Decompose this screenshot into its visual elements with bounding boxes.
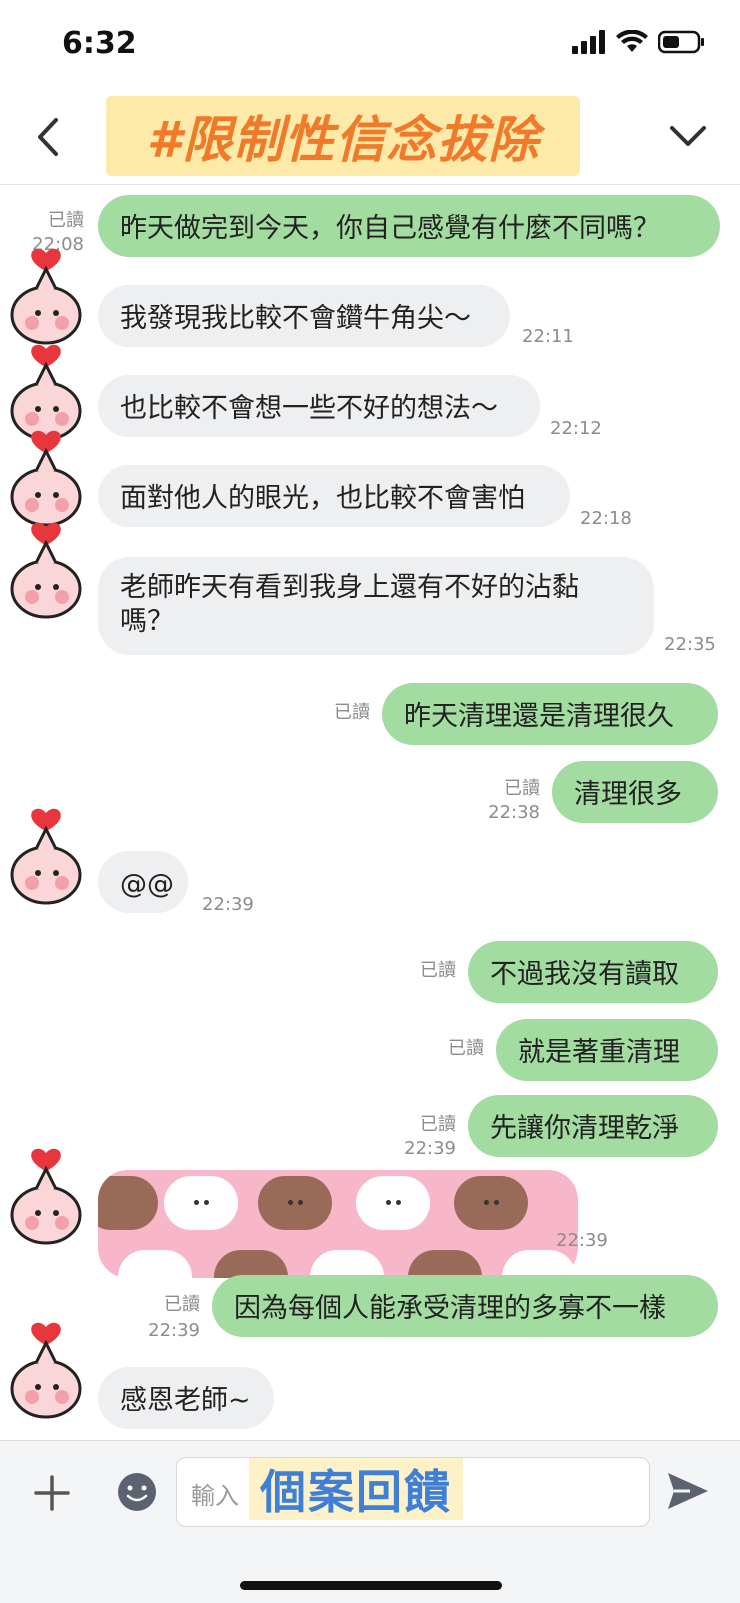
message-time: 22:39 xyxy=(148,1320,200,1341)
input-placeholder: 輸入 xyxy=(191,1482,239,1510)
read-receipt: 已讀 xyxy=(164,1294,200,1315)
message-time: 22:11 xyxy=(522,326,574,347)
message-bubble-outgoing[interactable]: 不過我沒有讀取 xyxy=(468,941,718,1003)
title-banner: #限制性信念拔除 xyxy=(106,96,580,176)
home-indicator[interactable] xyxy=(240,1581,502,1590)
message-bubble-outgoing[interactable]: 昨天清理還是清理很久 xyxy=(382,683,718,745)
message-bubble-incoming[interactable]: 我發現我比較不會鑽牛角尖～ xyxy=(98,285,510,347)
message-bubble-incoming[interactable]: @@ xyxy=(98,851,188,913)
message-bubble-outgoing[interactable]: 昨天做完到今天，你自己感覺有什麼不同嗎？ xyxy=(98,195,720,257)
avatar[interactable] xyxy=(6,521,86,621)
chat-header: #限制性信念拔除 xyxy=(0,92,740,185)
read-receipt: 已讀 xyxy=(334,702,370,723)
back-chevron-icon[interactable] xyxy=(30,112,70,162)
message-line: 嗎？ xyxy=(120,606,174,637)
read-receipt: 已讀 xyxy=(420,1114,456,1135)
message-input[interactable]: 輸入 個案回饋 xyxy=(176,1457,650,1527)
message-time: 22:35 xyxy=(664,634,716,655)
wifi-icon xyxy=(616,30,648,52)
avatar[interactable] xyxy=(6,429,86,529)
avatar[interactable] xyxy=(6,247,86,347)
emoji-icon[interactable] xyxy=(114,1469,160,1515)
message-bubble-outgoing[interactable]: 先讓你清理乾淨 xyxy=(468,1095,718,1157)
message-bubble-incoming[interactable]: 老師昨天有看到我身上還有不好的沾黏 嗎？ xyxy=(98,557,654,655)
status-icons xyxy=(572,30,706,54)
avatar[interactable] xyxy=(6,807,86,907)
status-bar: 6:32 xyxy=(0,0,740,92)
chat-message-list[interactable]: 已讀 22:08 昨天做完到今天，你自己感覺有什麼不同嗎？ 我發現我比較不會鑽牛… xyxy=(0,185,740,1440)
message-time: 22:39 xyxy=(404,1138,456,1159)
avatar[interactable] xyxy=(6,343,86,443)
message-input-bar: 輸入 個案回饋 xyxy=(0,1440,740,1603)
message-time: 22:18 xyxy=(580,508,632,529)
message-bubble-outgoing[interactable]: 因為每個人能承受清理的多寡不一樣 xyxy=(212,1275,718,1337)
message-time: 22:39 xyxy=(556,1230,608,1251)
read-receipt: 已讀 xyxy=(448,1038,484,1059)
send-icon[interactable] xyxy=(664,1467,712,1515)
avatar[interactable] xyxy=(6,1147,86,1247)
message-bubble-incoming[interactable]: 面對他人的眼光，也比較不會害怕 xyxy=(98,465,570,527)
plus-icon[interactable] xyxy=(32,1473,72,1513)
read-receipt: 已讀 xyxy=(504,778,540,799)
message-bubble-outgoing[interactable]: 就是著重清理 xyxy=(496,1019,718,1081)
message-time: 22:12 xyxy=(550,418,602,439)
avatar[interactable] xyxy=(6,1321,86,1421)
message-line: 老師昨天有看到我身上還有不好的沾黏 xyxy=(120,572,579,603)
message-bubble-incoming[interactable]: 也比較不會想一些不好的想法～ xyxy=(98,375,540,437)
sticker-message[interactable] xyxy=(98,1170,578,1278)
clock: 6:32 xyxy=(62,26,137,61)
read-receipt: 已讀 xyxy=(420,960,456,981)
message-time: 22:38 xyxy=(488,802,540,823)
read-receipt: 已讀 xyxy=(48,210,84,231)
message-bubble-outgoing[interactable]: 清理很多 xyxy=(552,761,718,823)
chat-title: #限制性信念拔除 xyxy=(146,111,540,169)
message-time: 22:39 xyxy=(202,894,254,915)
overlay-tag: 個案回饋 xyxy=(249,1458,463,1520)
cellular-signal-icon xyxy=(572,30,605,54)
battery-icon xyxy=(658,30,704,54)
message-bubble-incoming[interactable]: 感恩老師~ xyxy=(98,1367,274,1429)
chevron-down-icon[interactable] xyxy=(666,114,710,158)
